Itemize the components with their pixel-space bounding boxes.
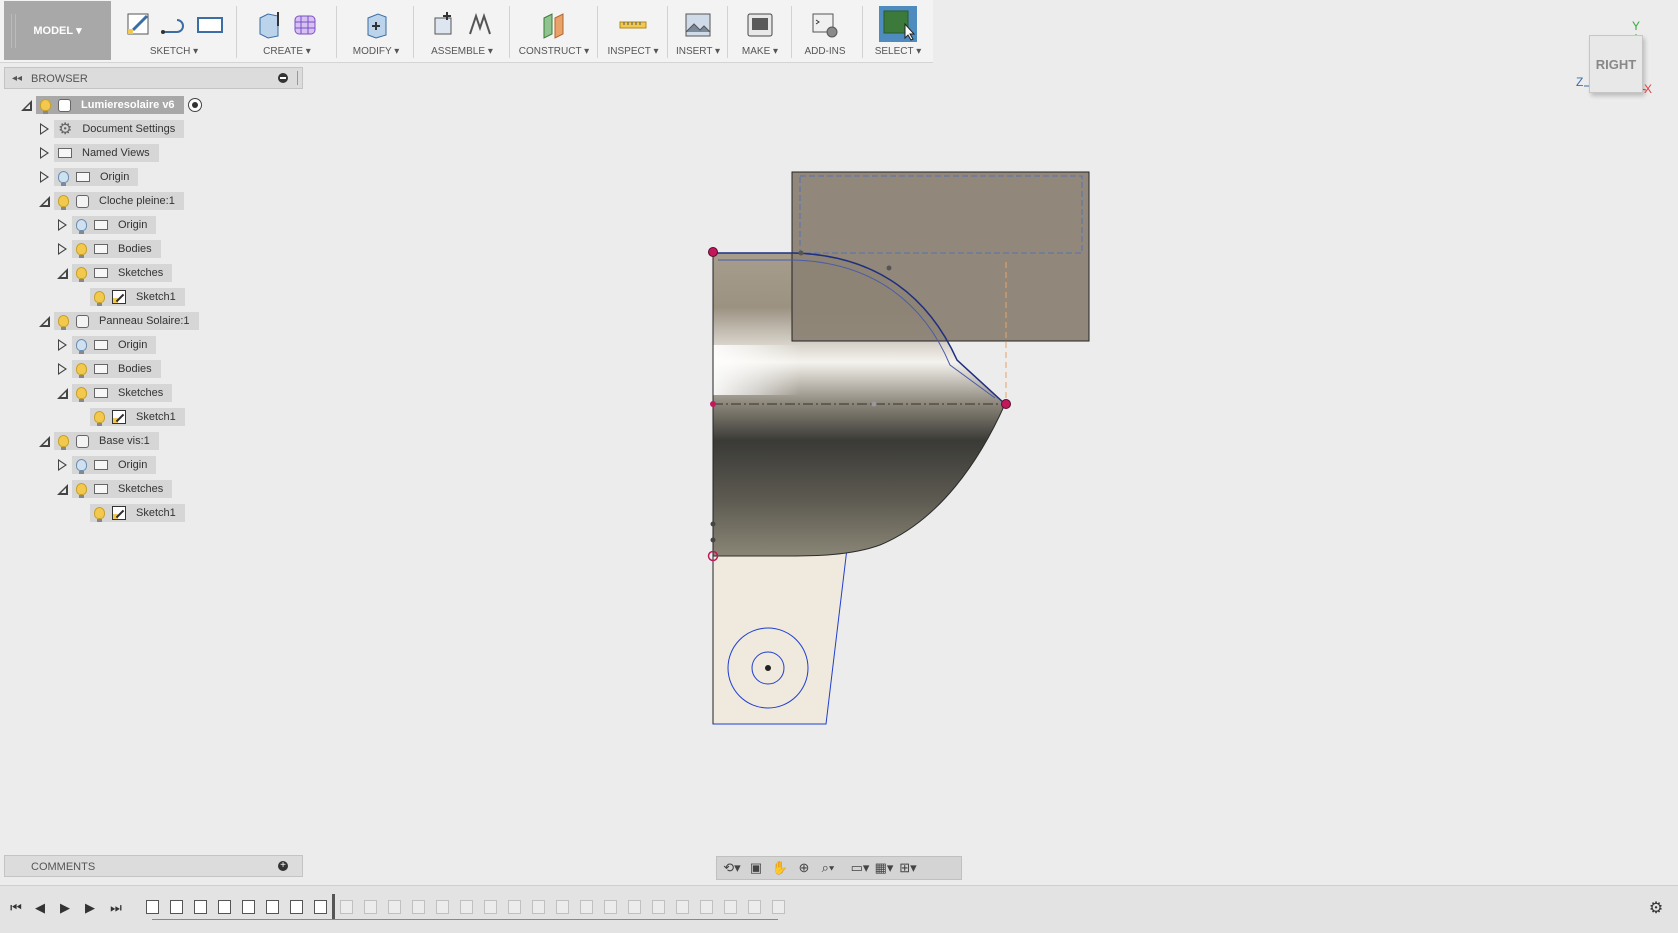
sketch-point[interactable] [886, 265, 892, 271]
timeline-feature[interactable] [242, 900, 255, 914]
timeline-track [152, 919, 778, 920]
timeline-feature[interactable] [194, 900, 207, 914]
step-back-icon[interactable]: ◀ [32, 900, 48, 916]
timeline-feature[interactable] [340, 900, 353, 914]
timeline-feature[interactable] [748, 900, 761, 914]
fit-icon[interactable]: ⌕▾ [819, 860, 837, 876]
sketch-point[interactable] [708, 247, 718, 257]
sketch-point[interactable] [710, 401, 716, 407]
sketch-point[interactable] [710, 537, 716, 543]
z-axis-label: Z [1576, 75, 1584, 89]
viewports-icon[interactable]: ⊞▾ [899, 860, 917, 876]
timeline-settings-gear-icon[interactable]: ⚙ [1648, 900, 1664, 917]
navigation-bar: ⟲▾ ▣ ✋ ⊕ ⌕▾ ▭▾ ▦▾ ⊞▾ [716, 856, 962, 880]
timeline-feature[interactable] [532, 900, 545, 914]
zoom-icon[interactable]: ⊕ [795, 860, 813, 876]
timeline-marker[interactable] [332, 894, 335, 920]
solar-panel-body[interactable] [791, 171, 1090, 342]
timeline-feature[interactable] [628, 900, 641, 914]
sketch-point[interactable] [871, 401, 877, 407]
sketch-point[interactable] [710, 521, 716, 527]
base-center-point[interactable] [765, 665, 771, 671]
timeline: ⏮ ◀ ▶ ▶ ⏭ ⚙ [0, 885, 1678, 933]
play-icon[interactable]: ▶ [57, 900, 73, 916]
step-forward-icon[interactable]: ▶ [82, 900, 98, 916]
timeline-feature[interactable] [700, 900, 713, 914]
timeline-feature[interactable] [388, 900, 401, 914]
timeline-feature[interactable] [508, 900, 521, 914]
timeline-feature[interactable] [146, 900, 159, 914]
display-settings-icon[interactable]: ▭▾ [851, 860, 870, 876]
timeline-feature[interactable] [484, 900, 497, 914]
comments-panel[interactable]: COMMENTS + [4, 855, 303, 877]
timeline-feature[interactable] [266, 900, 279, 914]
orbit-icon[interactable]: ⟲▾ [723, 860, 741, 876]
timeline-feature[interactable] [436, 900, 449, 914]
timeline-feature[interactable] [314, 900, 327, 914]
timeline-feature[interactable] [170, 900, 183, 914]
sketch-point[interactable] [798, 250, 804, 256]
sketch-point[interactable] [1001, 399, 1011, 409]
add-comment-icon[interactable]: + [278, 861, 288, 871]
timeline-feature[interactable] [364, 900, 377, 914]
pan-icon[interactable]: ✋ [771, 860, 789, 876]
timeline-feature[interactable] [290, 900, 303, 914]
timeline-feature[interactable] [652, 900, 665, 914]
go-to-start-icon[interactable]: ⏮ [8, 900, 24, 916]
grid-settings-icon[interactable]: ▦▾ [875, 860, 894, 876]
model-viewport[interactable] [0, 0, 1678, 932]
timeline-feature[interactable] [772, 900, 785, 914]
timeline-feature[interactable] [218, 900, 231, 914]
base-sketch-profile[interactable] [712, 539, 849, 725]
go-to-end-icon[interactable]: ⏭ [108, 900, 124, 916]
view-cube-face: RIGHT [1595, 56, 1637, 72]
timeline-feature[interactable] [556, 900, 569, 914]
timeline-feature[interactable] [580, 900, 593, 914]
timeline-feature[interactable] [604, 900, 617, 914]
view-cube[interactable]: RIGHT [1589, 35, 1643, 93]
comments-title: COMMENTS [31, 861, 96, 873]
timeline-feature[interactable] [724, 900, 737, 914]
x-axis-label: X [1644, 82, 1653, 96]
bell-highlight [713, 345, 838, 395]
timeline-feature[interactable] [676, 900, 689, 914]
timeline-feature[interactable] [412, 900, 425, 914]
look-at-icon[interactable]: ▣ [747, 860, 765, 876]
timeline-feature[interactable] [460, 900, 473, 914]
y-axis-label: Y [1632, 19, 1641, 33]
